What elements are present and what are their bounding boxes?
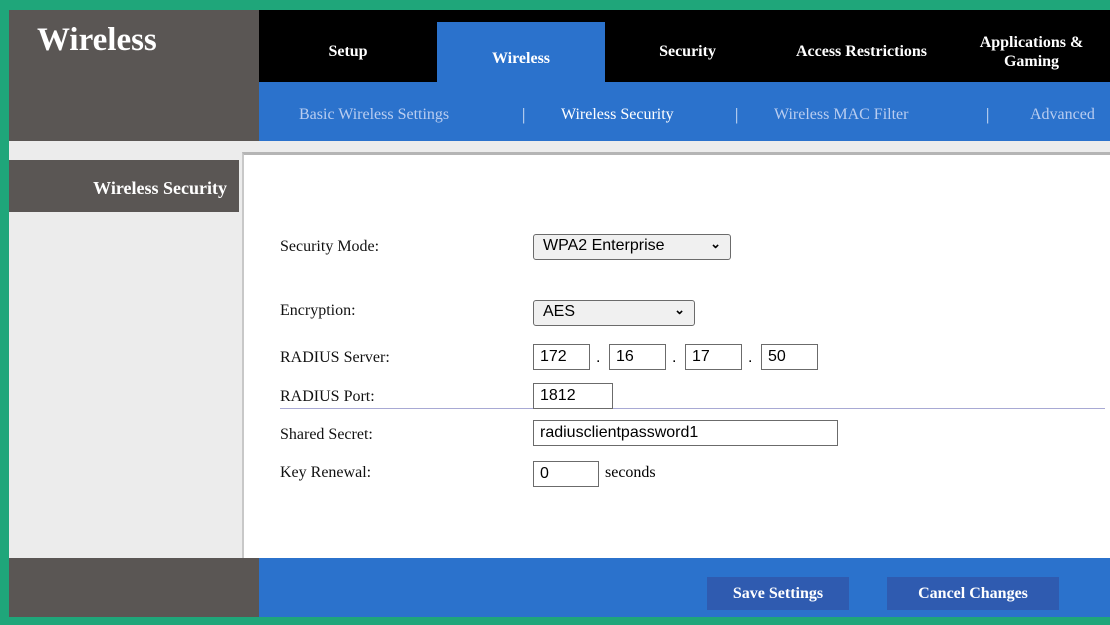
tab-applications-gaming[interactable]: Applications & Gaming — [953, 21, 1110, 82]
radius-port-input[interactable]: 1812 — [533, 383, 613, 409]
encryption-label: Encryption: — [280, 302, 356, 319]
save-settings-button[interactable]: Save Settings — [707, 577, 849, 610]
subnav-separator: | — [522, 105, 526, 124]
tab-access-restrictions[interactable]: Access Restrictions — [770, 21, 953, 82]
chevron-down-icon: ⌄ — [710, 236, 721, 251]
subnav-separator: | — [986, 105, 990, 124]
security-mode-label: Security Mode: — [280, 238, 380, 255]
section-label: Wireless Security — [9, 160, 239, 212]
ip-dot: . — [596, 349, 601, 366]
subnav-wireless-security[interactable]: Wireless Security — [561, 106, 674, 124]
key-renewal-label: Key Renewal: — [280, 464, 372, 481]
footer-left — [9, 558, 259, 617]
tab-security[interactable]: Security — [605, 21, 770, 82]
tab-wireless[interactable]: Wireless — [437, 22, 605, 83]
main-tab-bar: Setup Wireless Security Access Restricti… — [259, 10, 1110, 83]
radius-server-label: RADIUS Server: — [280, 349, 390, 366]
chevron-down-icon: ⌄ — [674, 302, 685, 317]
router-admin-window: Wireless Setup Wireless Security Access … — [9, 10, 1110, 617]
page-title: Wireless — [37, 22, 157, 58]
subnav-advanced[interactable]: Advanced — [1030, 106, 1095, 124]
key-renewal-input[interactable]: 0 — [533, 461, 599, 487]
radius-ip-octet-3[interactable]: 17 — [685, 344, 742, 370]
subnav-wireless-mac-filter[interactable]: Wireless MAC Filter — [774, 106, 908, 124]
brand-area: Wireless — [9, 10, 259, 141]
shared-secret-label: Shared Secret: — [280, 426, 373, 443]
encryption-select[interactable]: AES ⌄ — [533, 300, 695, 326]
ip-dot: . — [748, 349, 753, 366]
subnav-separator: | — [735, 105, 739, 124]
radius-ip-octet-1[interactable]: 172 — [533, 344, 590, 370]
ip-dot: . — [672, 349, 677, 366]
section-divider — [280, 408, 1105, 409]
sub-navigation: Basic Wireless Settings | Wireless Secur… — [259, 82, 1110, 141]
shared-secret-input[interactable]: radiusclientpassword1 — [533, 420, 838, 446]
encryption-value: AES — [543, 303, 576, 320]
tab-setup[interactable]: Setup — [259, 21, 437, 82]
security-mode-value: WPA2 Enterprise — [543, 237, 665, 254]
radius-ip-octet-2[interactable]: 16 — [609, 344, 666, 370]
cancel-changes-button[interactable]: Cancel Changes — [887, 577, 1059, 610]
subnav-basic-wireless-settings[interactable]: Basic Wireless Settings — [299, 106, 449, 124]
key-renewal-unit: seconds — [605, 464, 656, 481]
radius-port-label: RADIUS Port: — [280, 388, 375, 405]
security-mode-select[interactable]: WPA2 Enterprise ⌄ — [533, 234, 731, 260]
radius-ip-octet-4[interactable]: 50 — [761, 344, 818, 370]
settings-panel: Security Mode: WPA2 Enterprise ⌄ Encrypt… — [242, 152, 1110, 558]
